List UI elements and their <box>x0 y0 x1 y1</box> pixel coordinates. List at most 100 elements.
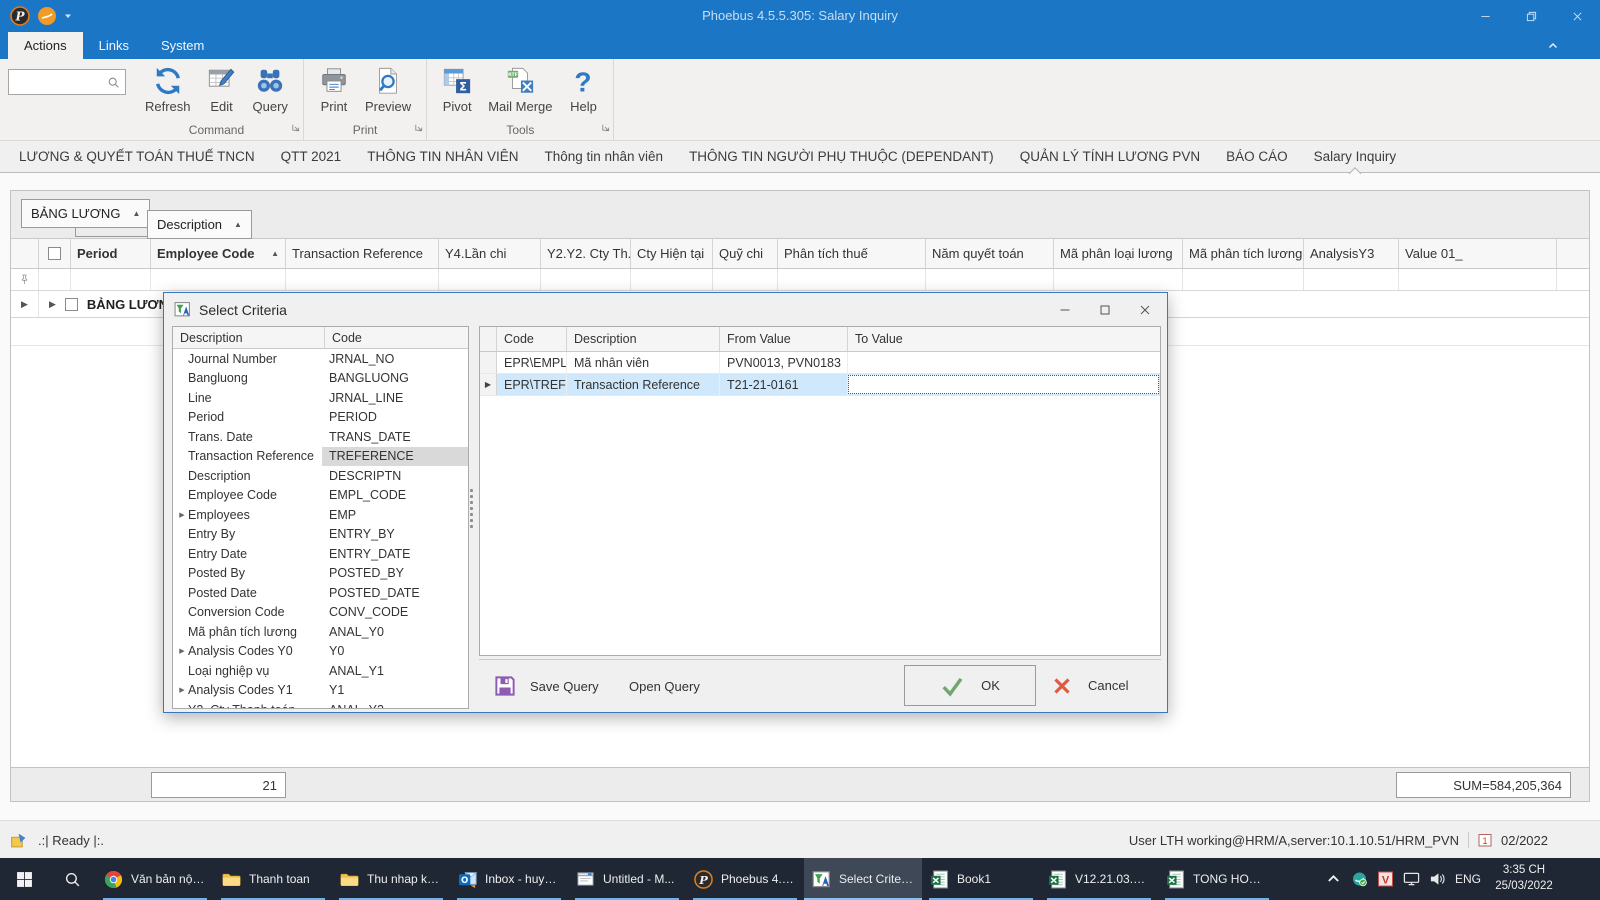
edit-button[interactable]: Edit <box>200 63 244 114</box>
column-header-y2-y2-cty-th[interactable]: Y2.Y2. Cty Th... <box>541 239 631 268</box>
filter-cell-employee-code[interactable] <box>151 269 286 290</box>
criteria-field-row-anal-y1[interactable]: Loại nghiệp vụANAL_Y1 <box>173 661 468 681</box>
volume-button[interactable] <box>1424 871 1450 887</box>
menu-tab-actions[interactable]: Actions <box>8 32 83 59</box>
preview-button[interactable]: Preview <box>358 63 418 114</box>
filter-cell-transaction-reference[interactable] <box>286 269 439 290</box>
criteria-field-row-entry-by[interactable]: Entry ByENTRY_BY <box>173 525 468 545</box>
clock[interactable]: 3:35 CH 25/03/2022 <box>1486 863 1562 894</box>
nav-tab-th-ng-tin-ng-i-ph-thu-c-dependant[interactable]: THÔNG TIN NGƯỜI PHỤ THUỘC (DEPENDANT) <box>676 141 1007 173</box>
filter-cell[interactable] <box>39 269 71 290</box>
help-button[interactable]: ?Help <box>561 63 605 114</box>
refresh-button[interactable]: Refresh <box>138 63 198 114</box>
column-header-employee-code[interactable]: Employee Code▲ <box>151 239 286 268</box>
taskbar-item-inbox-huye[interactable]: OInbox - huye... <box>450 858 568 900</box>
ribbon-collapse-button[interactable] <box>1544 39 1562 53</box>
filter-cell-y4-l-n-chi[interactable] <box>439 269 541 290</box>
nav-tab-th-ng-tin-nh-n-vi-n[interactable]: THÔNG TIN NHÂN VIÊN <box>354 141 531 173</box>
taskbar-item-book1[interactable]: Book1 <box>922 858 1040 900</box>
criteria-field-row-y0[interactable]: ▶Analysis Codes Y0Y0 <box>173 642 468 662</box>
expand-arrow-icon[interactable]: ▶ <box>173 686 188 694</box>
expand-arrow-icon[interactable]: ▶ <box>173 511 188 519</box>
taskbar-item-untitled-m[interactable]: Untitled - M... <box>568 858 686 900</box>
filter-cell-ph-n-t-ch-thu[interactable] <box>778 269 926 290</box>
dialog-close-button[interactable] <box>1139 304 1151 316</box>
nav-tab-qtt-2021[interactable]: QTT 2021 <box>268 141 355 173</box>
group-chip-bang-luong[interactable]: BẢNG LƯƠNG▲ <box>21 199 150 228</box>
criteria-field-row-emp[interactable]: ▶EmployeesEMP <box>173 505 468 525</box>
taskbar-search-button[interactable] <box>48 858 96 900</box>
criteria-to-value[interactable] <box>848 352 1160 373</box>
column-header-value-01[interactable]: Value 01_ <box>1399 239 1557 268</box>
menu-tab-links[interactable]: Links <box>83 32 145 59</box>
criteria-field-row-jrnal-no[interactable]: Journal NumberJRNAL_NO <box>173 349 468 369</box>
dialog-launcher-icon[interactable] <box>414 119 423 137</box>
select-all-header[interactable] <box>39 239 71 268</box>
row-checkbox[interactable] <box>65 298 78 311</box>
criteria-column-header-from-value[interactable]: From Value <box>720 327 848 351</box>
select-all-checkbox[interactable] <box>48 247 61 260</box>
field-column-header-code[interactable]: Code <box>325 327 468 348</box>
open-query-button[interactable]: Open Query <box>629 673 700 699</box>
dialog-minimize-button[interactable] <box>1059 304 1071 316</box>
criteria-field-row-empl-code[interactable]: Employee CodeEMPL_CODE <box>173 486 468 506</box>
criteria-column-header-description[interactable]: Description <box>567 327 720 351</box>
taskbar-item-v12-21-03-20[interactable]: V12.21.03.20... <box>1040 858 1158 900</box>
dialog-maximize-button[interactable] <box>1099 304 1111 316</box>
search-icon[interactable] <box>107 76 125 89</box>
criteria-row-epr-empl[interactable]: EPR\EMPL_...Mã nhân viênPVN0013, PVN0183 <box>480 352 1160 374</box>
nav-tab-th-ng-tin-nh-n-vi-n[interactable]: Thông tin nhân viên <box>531 141 676 173</box>
criteria-field-row-jrnal-line[interactable]: LineJRNAL_LINE <box>173 388 468 408</box>
nav-tab-salary-inquiry[interactable]: Salary Inquiry <box>1301 141 1410 173</box>
column-header-n-m-quy-t-to-n[interactable]: Năm quyết toán <box>926 239 1054 268</box>
tray-antivirus-button[interactable]: V <box>1372 871 1398 887</box>
criteria-field-row-treference[interactable]: Transaction ReferenceTREFERENCE <box>173 447 468 467</box>
tray-expand-button[interactable] <box>1320 871 1346 887</box>
criteria-to-value[interactable] <box>848 375 1159 394</box>
column-header-transaction-reference[interactable]: Transaction Reference <box>286 239 439 268</box>
column-header-m-ph-n-t-ch-l-ng[interactable]: Mã phân tích lương <box>1183 239 1304 268</box>
filter-cell-cty-hi-n-t-i[interactable] <box>631 269 713 290</box>
nav-tab-l-ng-quy-t-to-n-thu-tncn[interactable]: LƯƠNG & QUYẾT TOÁN THUẾ TNCN <box>6 141 268 173</box>
column-header-cty-hi-n-t-i[interactable]: Cty Hiện tại <box>631 239 713 268</box>
language-indicator[interactable]: ENG <box>1450 872 1486 886</box>
criteria-field-row-anal-y0[interactable]: Mã phân tích lươngANAL_Y0 <box>173 622 468 642</box>
dialog-launcher-icon[interactable] <box>601 119 610 137</box>
filter-cell-m-ph-n-t-ch-l-ng[interactable] <box>1183 269 1304 290</box>
criteria-field-row-period[interactable]: PeriodPERIOD <box>173 408 468 428</box>
cancel-button[interactable]: Cancel <box>1051 665 1128 706</box>
criteria-field-row-bangluong[interactable]: BangluongBANGLUONG <box>173 369 468 389</box>
close-button[interactable] <box>1554 0 1600 32</box>
nav-tab-b-o-c-o[interactable]: BÁO CÁO <box>1213 141 1301 173</box>
criteria-field-row-y1[interactable]: ▶Analysis Codes Y1Y1 <box>173 681 468 701</box>
taskbar-item-v-n-b-n-n-i[interactable]: Văn bản nội ... <box>96 858 214 900</box>
criteria-field-row-entry-date[interactable]: Entry DateENTRY_DATE <box>173 544 468 564</box>
menu-tab-system[interactable]: System <box>145 32 220 59</box>
column-header-y4-l-n-chi[interactable]: Y4.Lần chi <box>439 239 541 268</box>
ribbon-search-box[interactable] <box>8 69 126 95</box>
taskbar-item-phoebus-4-5[interactable]: PPhoebus 4.5.... <box>686 858 804 900</box>
criteria-row-epr-trefe[interactable]: ▶EPR\TREFE...Transaction ReferenceT21-21… <box>480 374 1160 396</box>
criteria-column-header-code[interactable]: Code <box>497 327 567 351</box>
filter-cell-n-m-quy-t-to-n[interactable] <box>926 269 1054 290</box>
column-header-analysisy3[interactable]: AnalysisY3 <box>1304 239 1399 268</box>
criteria-field-row-trans-date[interactable]: Trans. DateTRANS_DATE <box>173 427 468 447</box>
dialog-launcher-icon[interactable] <box>291 119 300 137</box>
filter-cell-m-ph-n-lo-i-l-ng[interactable] <box>1054 269 1183 290</box>
group-chip-description[interactable]: Description▲ <box>147 210 252 239</box>
criteria-field-row-posted-by[interactable]: Posted ByPOSTED_BY <box>173 564 468 584</box>
save-query-button[interactable]: Save Query <box>493 673 599 699</box>
nav-tab-qu-n-l-t-nh-l-ng-pvn[interactable]: QUẢN LÝ TÍNH LƯƠNG PVN <box>1007 141 1213 173</box>
panel-splitter[interactable] <box>468 489 475 528</box>
query-button[interactable]: Query <box>246 63 295 114</box>
criteria-field-row-conv-code[interactable]: Conversion CodeCONV_CODE <box>173 603 468 623</box>
start-button[interactable] <box>0 858 48 900</box>
print-button[interactable]: Print <box>312 63 356 114</box>
ok-button[interactable]: OK <box>904 665 1036 706</box>
filter-cell-analysisy3[interactable] <box>1304 269 1399 290</box>
expand-arrow-icon[interactable]: ▶ <box>49 299 56 310</box>
taskbar-item-select-criteria[interactable]: Select Criteria <box>804 858 922 900</box>
tray-app-button[interactable] <box>1346 871 1372 887</box>
filter-pin-cell[interactable] <box>11 269 39 290</box>
minimize-button[interactable] <box>1462 0 1508 32</box>
